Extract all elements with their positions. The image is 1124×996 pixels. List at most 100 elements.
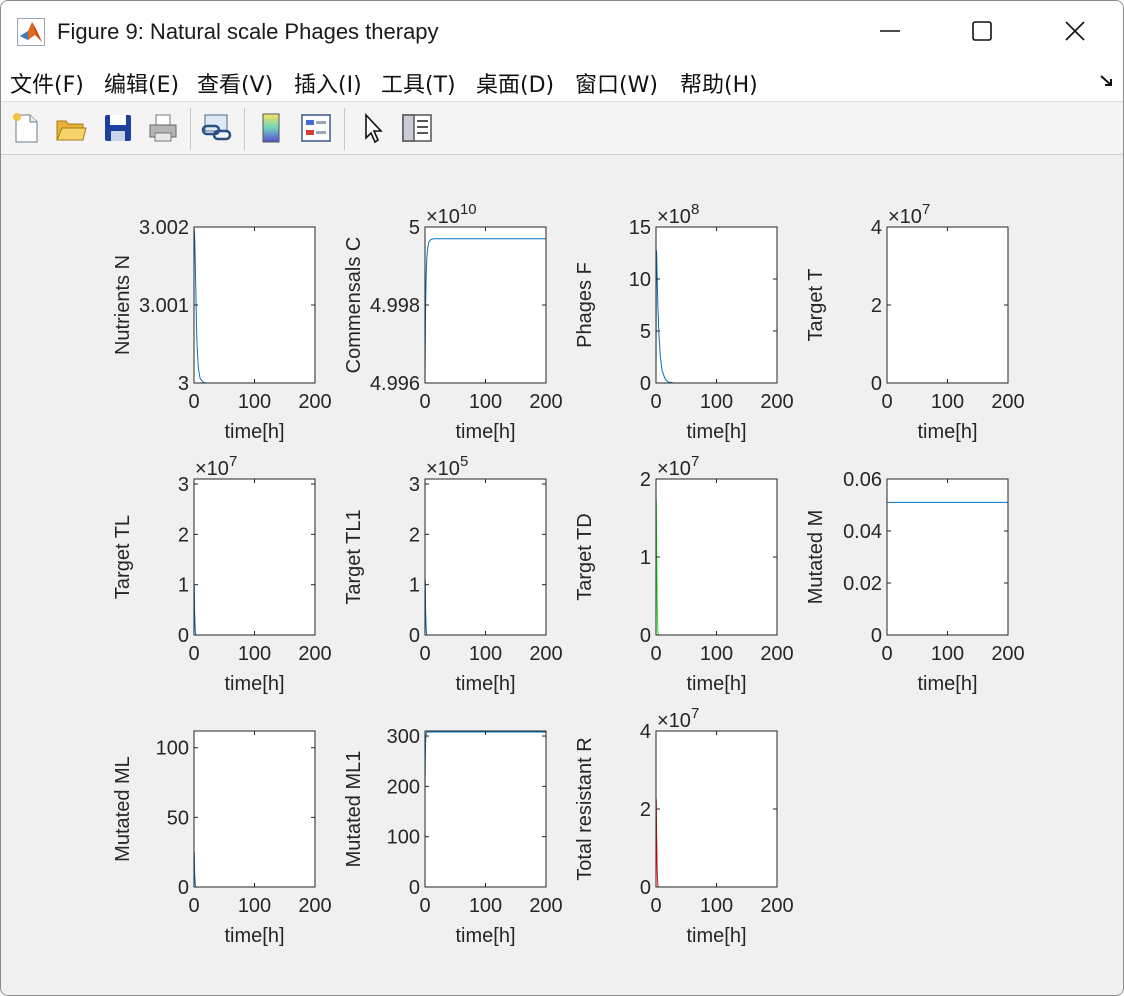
menu-tools[interactable]: 工具(T) — [381, 67, 456, 99]
subplot-5[interactable]: 0 1 2 3 0 100 200 time[h] Target TL ×107 — [112, 453, 332, 695]
pointer-icon — [365, 112, 383, 144]
y-exponent-label: ×107 — [888, 201, 930, 228]
subplot-6[interactable]: 0 1 2 3 0 100 200 time[h] Target TL1 ×105 — [343, 453, 563, 695]
y-tick-label: 0 — [640, 373, 651, 395]
minimize-button[interactable] — [844, 1, 936, 61]
colorbar-button[interactable] — [253, 110, 289, 146]
dock-figure-icon[interactable] — [1099, 73, 1115, 89]
y-tick-label: 4 — [871, 217, 882, 239]
x-tick-label: 0 — [188, 391, 199, 413]
subplot-8[interactable]: 0 0.02 0.04 0.06 0 100 200 time[h] Mutated M — [805, 469, 1025, 695]
y-axis-label: Total resistant R — [574, 737, 596, 880]
x-tick-label: 100 — [469, 391, 502, 413]
toolbar-separator — [244, 108, 245, 150]
x-axis-label: time[h] — [917, 421, 977, 443]
subplot-10[interactable]: 0 100 200 300 0 100 200 time[h] Mutated ML1 — [343, 726, 563, 947]
menu-help[interactable]: 帮助(H) — [680, 67, 758, 99]
menu-window[interactable]: 窗口(W) — [575, 67, 658, 99]
minimize-icon — [880, 30, 900, 32]
y-tick-label: 0 — [178, 877, 189, 899]
menu-edit[interactable]: 编辑(E) — [104, 67, 179, 99]
y-tick-label: 0.06 — [843, 469, 882, 491]
y-tick-label: 15 — [629, 217, 651, 239]
x-tick-label: 0 — [188, 643, 199, 665]
x-tick-label: 200 — [529, 895, 562, 917]
x-tick-label: 100 — [931, 643, 964, 665]
y-tick-label: 3 — [178, 373, 189, 395]
y-tick-label: 0.02 — [843, 573, 882, 595]
y-axis-label: Phages F — [574, 262, 596, 348]
menu-desktop[interactable]: 桌面(D) — [476, 67, 554, 99]
subplot-9[interactable]: 0 50 100 0 100 200 time[h] Mutated ML — [112, 730, 332, 947]
y-tick-label: 0 — [871, 373, 882, 395]
y-tick-label: 4.998 — [370, 295, 420, 317]
menu-insert[interactable]: 插入(I) — [294, 67, 362, 99]
new-figure-icon — [13, 113, 38, 143]
x-axis-label: time[h] — [686, 925, 746, 947]
maximize-icon — [972, 21, 992, 41]
print-icon — [149, 114, 177, 142]
x-tick-label: 0 — [419, 643, 430, 665]
x-axis-label: time[h] — [917, 673, 977, 695]
subplot-11[interactable]: 0 2 4 0 100 200 time[h] Total resistant R ×107 — [574, 705, 794, 947]
y-tick-label: 10 — [629, 269, 651, 291]
plot-area — [425, 479, 546, 635]
y-tick-label: 300 — [387, 726, 420, 748]
y-axis-label: Target T — [805, 269, 827, 342]
legend-button[interactable] — [298, 110, 334, 146]
subplot-7[interactable]: 0 1 2 0 100 200 time[h] Target TD ×107 — [574, 453, 794, 695]
y-exponent-label: ×1010 — [426, 201, 477, 228]
x-tick-label: 200 — [991, 391, 1024, 413]
y-tick-label: 2 — [409, 524, 420, 546]
y-tick-label: 4.996 — [370, 373, 420, 395]
x-tick-label: 200 — [298, 895, 331, 917]
y-tick-label: 2 — [640, 469, 651, 491]
figure-canvas[interactable]: 3 3.001 3.002 0 100 200 time[h] Nutrients N 4.99… — [1, 155, 1123, 995]
subplot-1[interactable]: 3 3.001 3.002 0 100 200 time[h] Nutrients N — [112, 217, 332, 443]
matlab-logo-icon — [17, 18, 45, 46]
plot-area — [425, 227, 546, 383]
y-exponent-label: ×107 — [657, 453, 699, 480]
subplot-3[interactable]: 0 5 10 15 0 100 200 time[h] Phages F ×108 — [574, 201, 794, 443]
title-bar[interactable]: Figure 9: Natural scale Phages therapy — [1, 1, 1123, 61]
y-tick-label: 0 — [409, 877, 420, 899]
x-tick-label: 200 — [298, 391, 331, 413]
plot-area — [194, 227, 315, 383]
x-tick-label: 200 — [991, 643, 1024, 665]
colorbar-icon — [262, 113, 280, 143]
y-tick-label: 3 — [178, 474, 189, 496]
open-file-button[interactable] — [53, 110, 89, 146]
new-figure-button[interactable] — [8, 110, 44, 146]
y-axis-label: Target TL1 — [343, 509, 365, 604]
maximize-button[interactable] — [936, 1, 1028, 61]
y-tick-label: 5 — [640, 321, 651, 343]
toolbar-separator — [344, 108, 345, 150]
close-button[interactable] — [1029, 1, 1121, 61]
x-tick-label: 100 — [469, 643, 502, 665]
y-exponent-label: ×108 — [657, 201, 699, 228]
menu-view[interactable]: 查看(V) — [197, 67, 273, 99]
x-axis-label: time[h] — [224, 421, 284, 443]
plot-area — [194, 479, 315, 635]
y-tick-label: 0 — [640, 877, 651, 899]
link-plot-icon — [201, 114, 232, 141]
x-tick-label: 0 — [188, 895, 199, 917]
x-tick-label: 100 — [238, 895, 271, 917]
y-tick-label: 1 — [178, 575, 189, 597]
menu-file[interactable]: 文件(F) — [10, 67, 84, 99]
subplot-2[interactable]: 4.996 4.998 5 0 100 200 time[h] Commensals C ×10… — [343, 201, 563, 443]
menu-bar: 文件(F) 编辑(E) 查看(V) 插入(I) 工具(T) 桌面(D) 窗口(W… — [1, 61, 1123, 102]
x-tick-label: 0 — [419, 895, 430, 917]
plot-area — [425, 731, 546, 887]
link-plot-button[interactable] — [199, 110, 235, 146]
y-tick-label: 200 — [387, 776, 420, 798]
save-button[interactable] — [100, 110, 136, 146]
property-inspector-button[interactable] — [399, 110, 435, 146]
y-tick-label: 0.04 — [843, 521, 882, 543]
subplot-4[interactable]: 0 2 4 0 100 200 time[h] Target T ×107 — [805, 201, 1025, 443]
plot-area — [194, 731, 315, 887]
x-tick-label: 200 — [760, 895, 793, 917]
x-tick-label: 0 — [881, 391, 892, 413]
edit-plot-button[interactable] — [356, 110, 392, 146]
print-button[interactable] — [145, 110, 181, 146]
